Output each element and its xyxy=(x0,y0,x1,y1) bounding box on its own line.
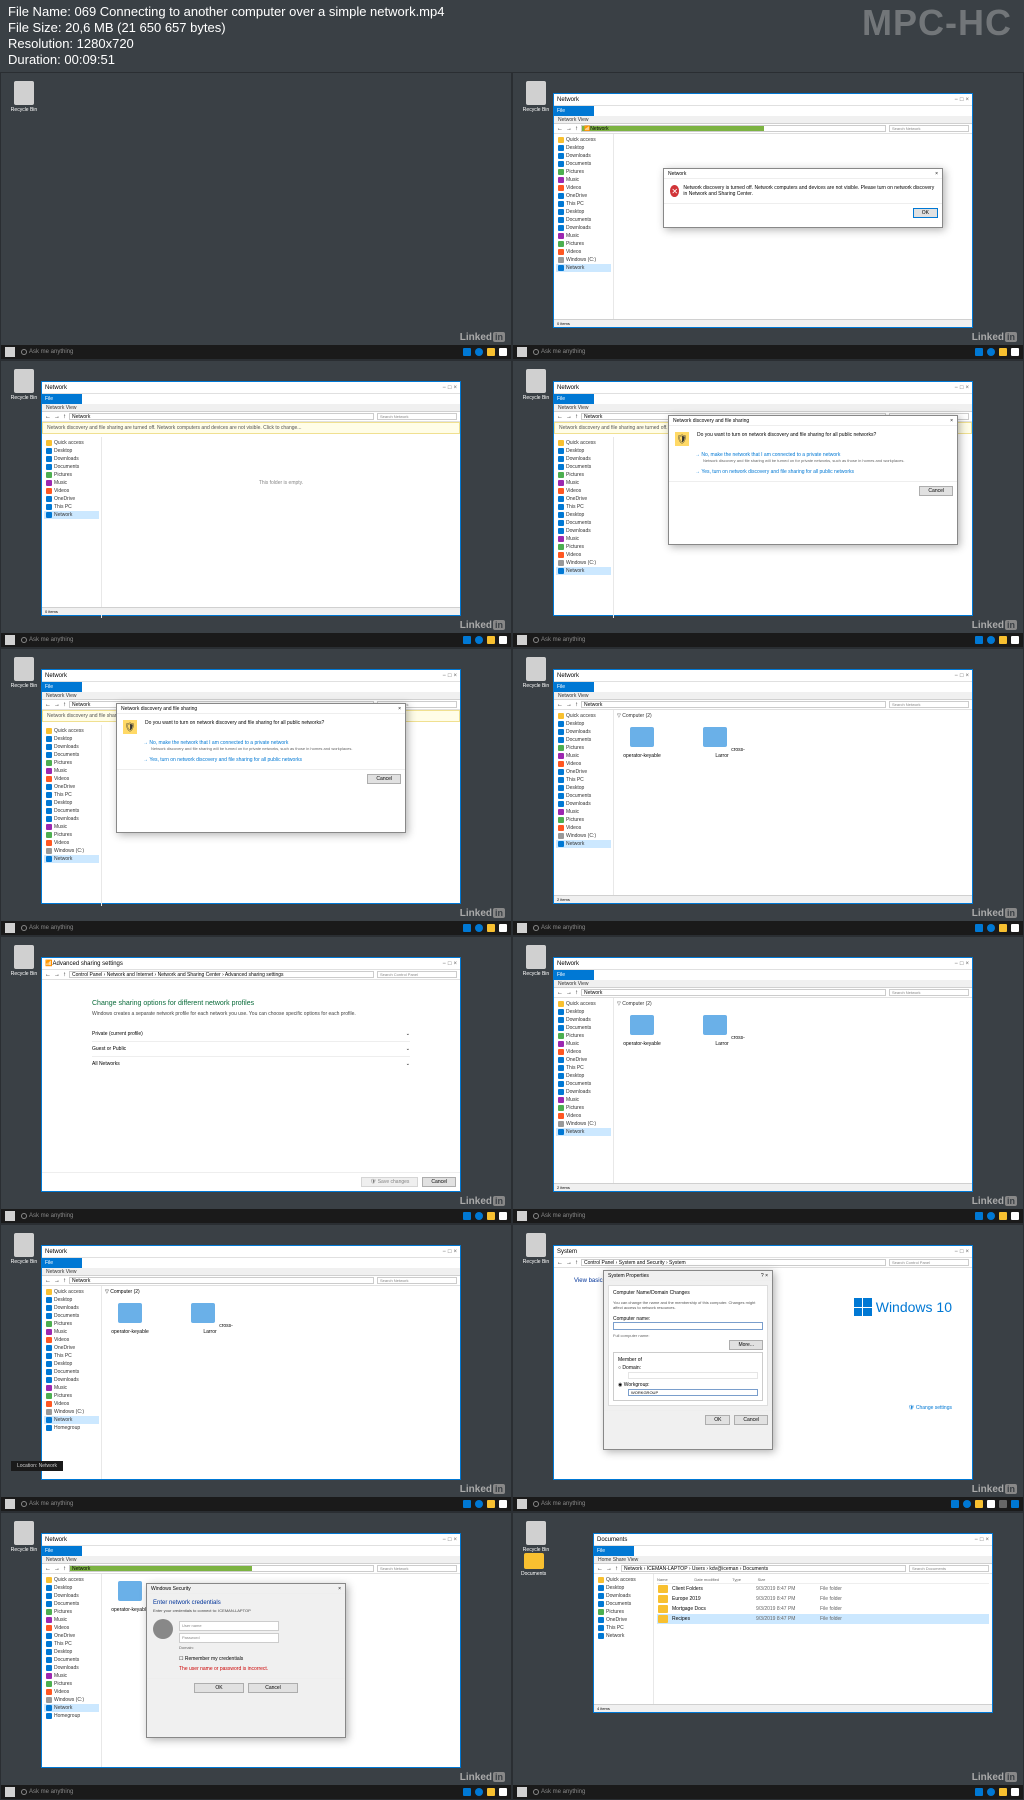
computer-icon xyxy=(630,727,654,747)
more-button[interactable]: More... xyxy=(729,1340,763,1350)
option-public[interactable]: → Yes, turn on network discovery and fil… xyxy=(695,469,951,475)
thumbnail-7: Recycle Bin 📶 Advanced sharing settings−… xyxy=(0,936,512,1224)
edge-icon[interactable] xyxy=(475,348,483,356)
start-button[interactable] xyxy=(5,347,15,357)
avatar-icon xyxy=(153,1619,173,1639)
thumbnail-12: Recycle Bin Documents Documents−□× File … xyxy=(512,1512,1024,1800)
credentials-dialog[interactable]: Windows Security× Enter network credenti… xyxy=(146,1583,346,1738)
save-button[interactable]: 🛡 Save changes xyxy=(361,1177,418,1187)
taskbar[interactable]: Ask me anything xyxy=(1,345,511,359)
error-icon: ✕ xyxy=(670,185,679,197)
profile-guest[interactable]: Guest or Public⌄ xyxy=(92,1042,410,1057)
taskbar-icon[interactable] xyxy=(463,348,471,356)
search-box[interactable]: Ask me anything xyxy=(21,349,73,355)
folder-row[interactable]: Europe 20199/3/2019 8:47 PMFile folder xyxy=(657,1594,989,1604)
error-dialog[interactable]: Network× ✕Network discovery is turned of… xyxy=(663,168,943,228)
thumbnail-3: Recycle Bin Network−□× File Network View… xyxy=(0,360,512,648)
folder-row[interactable]: Client Folders9/3/2019 8:47 PMFile folde… xyxy=(657,1584,989,1594)
computer-name-dialog[interactable]: System Properties? × Computer Name/Domai… xyxy=(603,1270,773,1450)
change-settings-link[interactable]: 🛡 Change settings xyxy=(908,1405,952,1411)
tooltip: Location: Network xyxy=(11,1461,63,1471)
thumbnail-4: Recycle Bin Network−□× File Network View… xyxy=(512,360,1024,648)
folder-row[interactable]: Mortgage Docs9/3/2019 8:47 PMFile folder xyxy=(657,1604,989,1614)
thumbnail-6: Recycle Bin Network−□× File Network View… xyxy=(512,648,1024,936)
password-input[interactable]: Password xyxy=(179,1633,279,1643)
sharing-dialog[interactable]: Network discovery and file sharing× 🛡Do … xyxy=(668,415,958,545)
folder-row[interactable]: Recipes9/3/2019 8:47 PMFile folder xyxy=(657,1614,989,1624)
thumbnail-9: Recycle Bin Network−□× File Network View… xyxy=(0,1224,512,1512)
nav-pane[interactable]: Quick access Desktop Downloads Documents… xyxy=(554,134,614,327)
thumbnail-5: Recycle Bin Network−□× File Network View… xyxy=(0,648,512,936)
desktop-folder[interactable]: Documents xyxy=(521,1553,546,1577)
thumbnail-11: Recycle Bin Network−□× File Network View… xyxy=(0,1512,512,1800)
heading: Change sharing options for different net… xyxy=(92,1000,410,1007)
workgroup-input[interactable]: WORKGROUP xyxy=(628,1389,758,1396)
thumbnail-10: Recycle Bin System−□× ←→↑Control Panel ›… xyxy=(512,1224,1024,1512)
file-info-header: MPC-HC File Name: 069 Connecting to anot… xyxy=(0,0,1024,72)
windows-10-logo: Windows 10 xyxy=(854,1298,952,1316)
linkedin-watermark: Linkedin xyxy=(460,332,505,343)
error-text: The user name or password is incorrect. xyxy=(179,1666,339,1672)
explorer-icon[interactable] xyxy=(487,348,495,356)
computer-name-input[interactable] xyxy=(613,1322,763,1330)
info-bar[interactable]: Network discovery and file sharing are t… xyxy=(42,422,460,434)
shield-icon: 🛡 xyxy=(675,432,689,446)
username-input[interactable]: User name xyxy=(179,1621,279,1631)
store-icon[interactable] xyxy=(499,348,507,356)
column-headers[interactable]: Name Date modified Type Size xyxy=(657,1577,989,1584)
ok-button[interactable]: OK xyxy=(913,208,938,218)
cancel-button[interactable]: Cancel xyxy=(422,1177,456,1187)
cancel-button[interactable]: Cancel xyxy=(919,486,953,496)
computer-1[interactable]: operator-keyable xyxy=(617,723,667,759)
remember-checkbox[interactable]: ☐ Remember my credentials xyxy=(179,1656,339,1662)
mpc-hc-logo: MPC-HC xyxy=(862,2,1012,44)
thumbnail-8: Recycle Bin Network−□× File Network View… xyxy=(512,936,1024,1224)
thumbnail-2: Recycle Bin Network−□× File Network View… xyxy=(512,72,1024,360)
recycle-bin[interactable]: Recycle Bin xyxy=(9,81,39,113)
profile-private[interactable]: Private (current profile)⌄ xyxy=(92,1027,410,1042)
thumbnail-1: Recycle Bin Linkedin Ask me anything xyxy=(0,72,512,360)
profile-all[interactable]: All Networks⌄ xyxy=(92,1057,410,1071)
thumbnail-grid: Recycle Bin Linkedin Ask me anything Rec… xyxy=(0,72,1024,1800)
computer-2[interactable]: cross-Larror xyxy=(697,723,747,759)
